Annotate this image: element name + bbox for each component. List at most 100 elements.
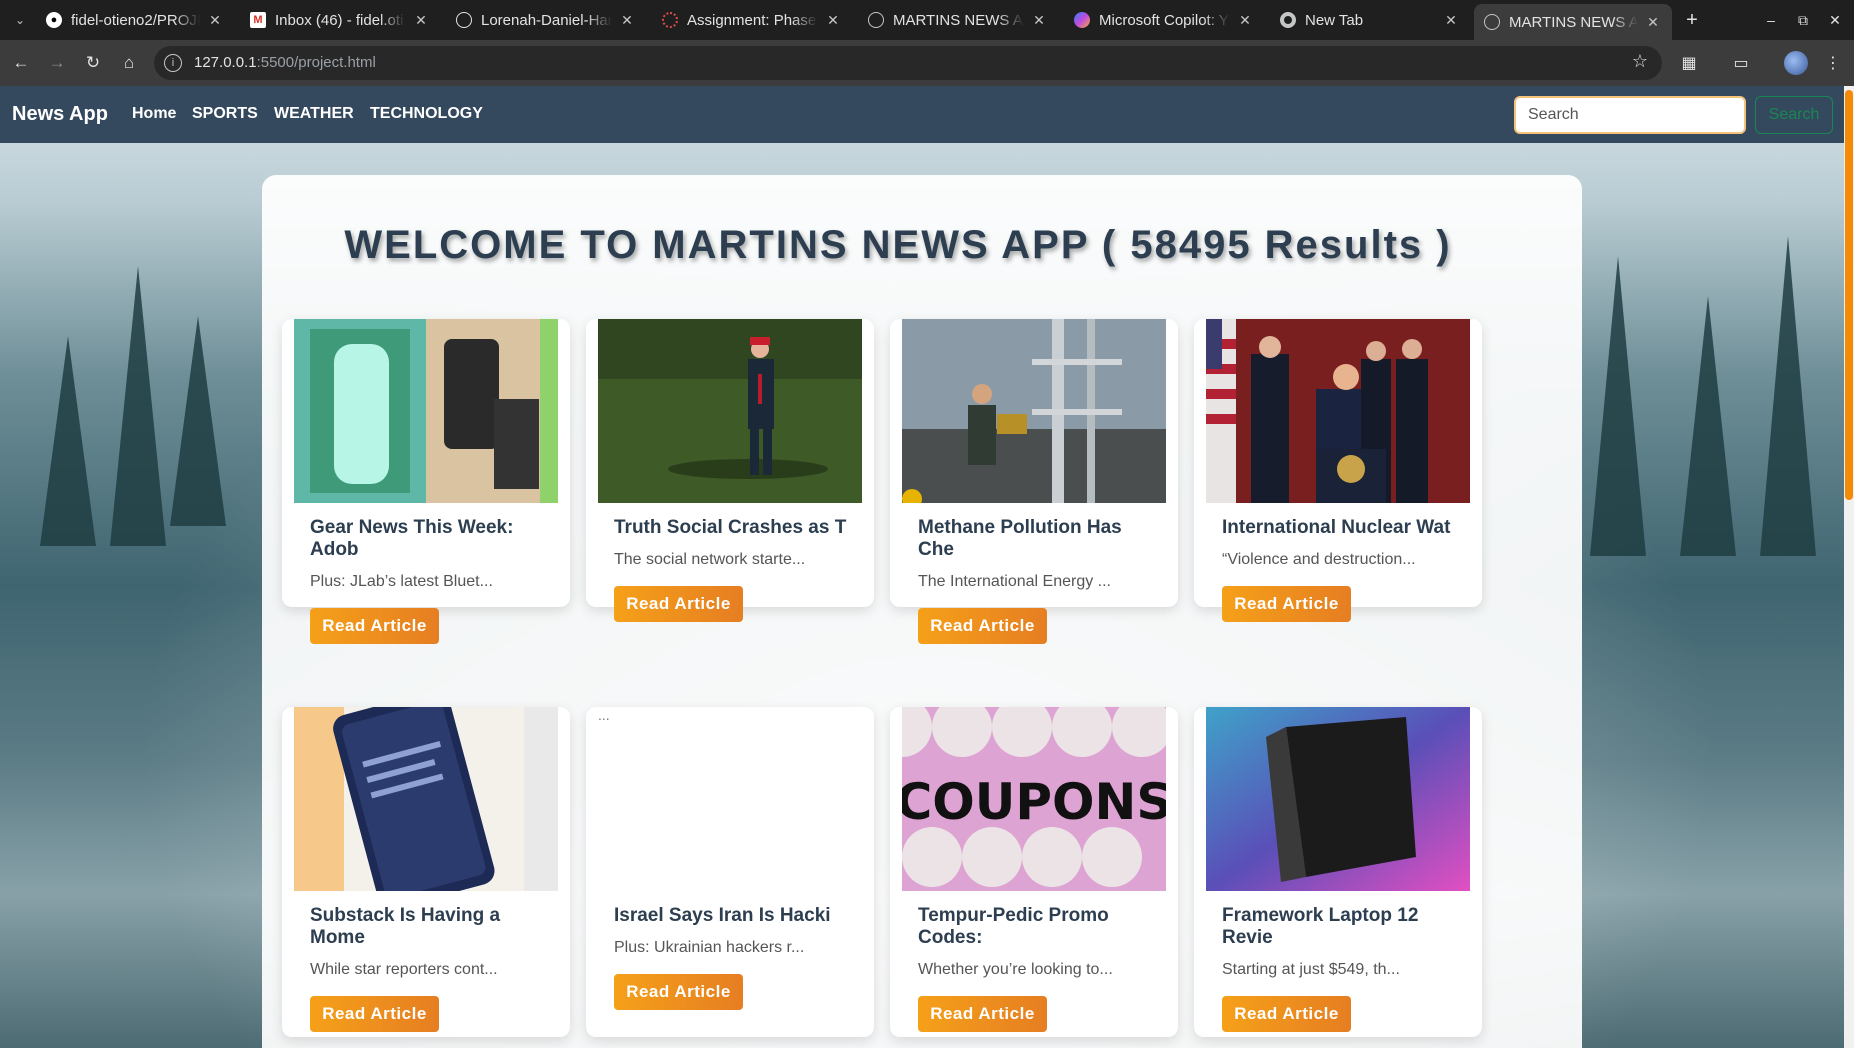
bg-tree	[1760, 236, 1816, 556]
close-tab-icon[interactable]: ✕	[1030, 12, 1048, 29]
article-title[interactable]: Israel Says Iran Is Hacki	[614, 905, 854, 927]
article-title[interactable]: Methane Pollution Has Che	[918, 517, 1158, 561]
read-article-button[interactable]: Read Article	[310, 996, 439, 1032]
article-card: ... Israel Says Iran Is Hacki Plus: Ukra…	[586, 707, 874, 1037]
article-description: Plus: JLab’s latest Bluet...	[310, 573, 493, 590]
site-info-icon[interactable]: i	[164, 54, 182, 72]
url-text[interactable]: 127.0.0.1:5500/project.html	[194, 54, 376, 71]
browser-tab-active[interactable]: MARTINS NEWS AP ✕	[1474, 4, 1672, 40]
broken-image-icon: ...	[598, 707, 862, 891]
article-description: Whether you’re looking to...	[918, 961, 1113, 978]
copilot-icon	[1074, 12, 1090, 28]
article-image	[902, 319, 1166, 503]
read-article-button[interactable]: Read Article	[614, 586, 743, 622]
restore-icon[interactable]: ⧉	[1791, 8, 1815, 32]
bg-tree	[110, 266, 166, 546]
article-image	[1206, 707, 1470, 891]
gmail-icon: M	[250, 12, 266, 28]
globe-icon	[1484, 14, 1500, 30]
article-description: Starting at just $549, th...	[1222, 961, 1400, 978]
home-icon[interactable]: ⌂	[116, 50, 142, 76]
browser-tab[interactable]: MARTINS NEWS AP ✕	[858, 4, 1058, 36]
url-path: :5500/project.html	[256, 54, 376, 71]
article-description: While star reporters cont...	[310, 961, 498, 978]
article-title[interactable]: Truth Social Crashes as T	[614, 517, 854, 539]
kebab-menu-icon[interactable]: ⋮	[1820, 50, 1846, 76]
close-tab-icon[interactable]: ✕	[412, 12, 430, 29]
address-bar[interactable]: i 127.0.0.1:5500/project.html ☆	[154, 46, 1662, 80]
tab-title: MARTINS NEWS AP	[1509, 13, 1638, 31]
tab-title: Microsoft Copilot: Y	[1099, 11, 1229, 29]
nav-technology[interactable]: TECHNOLOGY	[370, 105, 483, 123]
article-card: Gear News This Week: Adob Plus: JLab’s l…	[282, 319, 570, 644]
extensions-puzzle-icon[interactable]: ▦	[1676, 50, 1702, 76]
site-navbar: News App Home SPORTS WEATHER TECHNOLOGY …	[0, 86, 1844, 143]
tab-search-chevron-icon[interactable]: ⌄	[8, 8, 32, 32]
browser-tab[interactable]: ● fidel-otieno2/PROJE ✕	[36, 4, 234, 36]
tab-title: fidel-otieno2/PROJE	[71, 11, 200, 29]
article-image	[294, 319, 558, 503]
article-description: The International Energy ...	[918, 573, 1111, 590]
browser-tab[interactable]: M Inbox (46) - fidel.oti ✕	[240, 4, 440, 36]
browser-tab-strip: ⌄ ● fidel-otieno2/PROJE ✕ M Inbox (46) -…	[0, 0, 1854, 40]
read-article-button[interactable]: Read Article	[918, 996, 1047, 1032]
coupons-image-text: COUPONS	[902, 773, 1166, 831]
article-title[interactable]: Tempur-Pedic Promo Codes:	[918, 905, 1158, 949]
close-tab-icon[interactable]: ✕	[1644, 14, 1662, 31]
article-description: Plus: Ukrainian hackers r...	[614, 939, 805, 956]
read-article-button[interactable]: Read Article	[918, 608, 1047, 644]
cast-icon[interactable]: ▭	[1728, 50, 1754, 76]
article-card: Methane Pollution Has Che The Internatio…	[890, 319, 1178, 644]
url-host: 127.0.0.1	[194, 54, 257, 71]
globe-icon	[868, 12, 884, 28]
close-tab-icon[interactable]: ✕	[824, 12, 842, 29]
window-close-icon[interactable]: ✕	[1823, 8, 1847, 32]
read-article-button[interactable]: Read Article	[310, 608, 439, 644]
article-title[interactable]: Substack Is Having a Mome	[310, 905, 550, 949]
read-article-button[interactable]: Read Article	[1222, 586, 1351, 622]
read-article-button[interactable]: Read Article	[1222, 996, 1351, 1032]
minimize-icon[interactable]: –	[1759, 8, 1783, 32]
bg-tree	[40, 336, 96, 546]
search-button[interactable]: Search	[1755, 96, 1833, 134]
article-image: COUPONS	[902, 707, 1166, 891]
close-tab-icon[interactable]: ✕	[1442, 12, 1460, 29]
profile-avatar[interactable]	[1784, 51, 1808, 75]
main-content: WELCOME TO MARTINS NEWS APP ( 58495 Resu…	[262, 175, 1582, 1048]
browser-tab[interactable]: New Tab ✕	[1270, 4, 1470, 36]
forward-arrow-icon[interactable]: →	[44, 50, 70, 76]
bookmark-star-icon[interactable]: ☆	[1632, 51, 1648, 72]
nav-sports[interactable]: SPORTS	[192, 105, 258, 123]
loading-icon	[662, 12, 678, 28]
browser-tab[interactable]: Assignment: Phase ✕	[652, 4, 852, 36]
article-title[interactable]: International Nuclear Wat	[1222, 517, 1462, 539]
browser-tab[interactable]: Lorenah-Daniel-Ham ✕	[446, 4, 646, 36]
browser-tab[interactable]: Microsoft Copilot: Y ✕	[1064, 4, 1264, 36]
image-alt-text: ...	[598, 707, 610, 723]
close-tab-icon[interactable]: ✕	[618, 12, 636, 29]
tab-title: Inbox (46) - fidel.oti	[275, 11, 404, 29]
tab-title: Lorenah-Daniel-Ham	[481, 11, 612, 29]
site-brand[interactable]: News App	[12, 103, 108, 126]
article-title[interactable]: Framework Laptop 12 Revie	[1222, 905, 1462, 949]
article-image	[598, 319, 862, 503]
reload-icon[interactable]: ↻	[80, 50, 106, 76]
back-arrow-icon[interactable]: ←	[8, 50, 34, 76]
new-tab-plus-icon[interactable]: +	[1678, 6, 1706, 34]
close-tab-icon[interactable]: ✕	[1236, 12, 1254, 29]
article-card: Truth Social Crashes as T The social net…	[586, 319, 874, 622]
search-input[interactable]	[1514, 96, 1746, 134]
nav-weather[interactable]: WEATHER	[274, 105, 354, 123]
close-tab-icon[interactable]: ✕	[206, 12, 224, 29]
article-title[interactable]: Gear News This Week: Adob	[310, 517, 550, 561]
article-image	[1206, 319, 1470, 503]
chrome-icon	[1280, 12, 1296, 28]
read-article-button[interactable]: Read Article	[614, 974, 743, 1010]
nav-home[interactable]: Home	[132, 105, 176, 123]
article-card: COUPONS Tempur-Pedic Promo Codes: Whethe…	[890, 707, 1178, 1037]
article-card: International Nuclear Wat “Violence and …	[1194, 319, 1482, 622]
page-viewport: News App Home SPORTS WEATHER TECHNOLOGY …	[0, 86, 1854, 1048]
tab-title: MARTINS NEWS AP	[893, 11, 1024, 29]
scrollbar-thumb[interactable]	[1845, 90, 1853, 500]
tab-title: Assignment: Phase	[687, 11, 817, 29]
